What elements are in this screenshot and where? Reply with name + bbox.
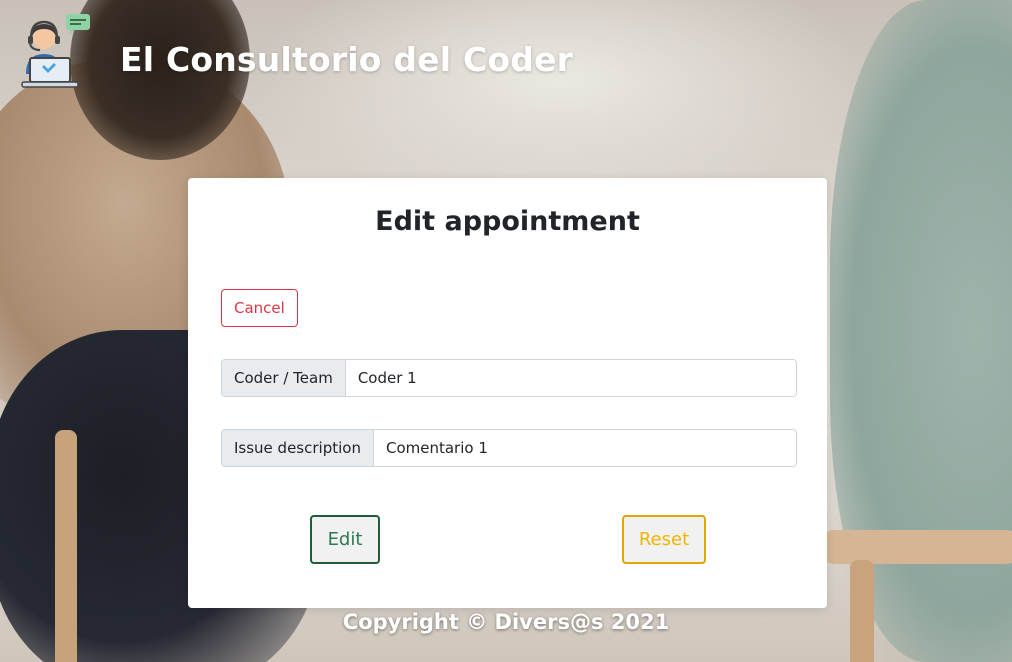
reset-button[interactable]: Reset xyxy=(622,515,706,564)
page-background: El Consultorio del Coder Edit appointmen… xyxy=(0,0,1012,662)
coder-team-input[interactable] xyxy=(345,360,796,396)
support-agent-laptop-icon[interactable] xyxy=(14,12,94,92)
issue-description-input[interactable] xyxy=(373,430,796,466)
footer-copyright: Copyright © Divers@s 2021 xyxy=(342,610,670,634)
coder-team-label: Coder / Team xyxy=(222,360,346,396)
background-chair-arm-right xyxy=(820,530,1012,564)
edit-appointment-card: Edit appointment Cancel Coder / Team Iss… xyxy=(188,178,827,608)
issue-description-label: Issue description xyxy=(222,430,374,466)
edit-button[interactable]: Edit xyxy=(310,515,380,564)
coder-team-input-group: Coder / Team xyxy=(221,359,797,397)
site-header: El Consultorio del Coder xyxy=(0,0,1012,110)
card-title: Edit appointment xyxy=(375,206,640,237)
brand-title: El Consultorio del Coder xyxy=(120,40,574,79)
cancel-button[interactable]: Cancel xyxy=(221,289,298,327)
card-header: Edit appointment xyxy=(188,206,827,237)
issue-description-input-group: Issue description xyxy=(221,429,797,467)
